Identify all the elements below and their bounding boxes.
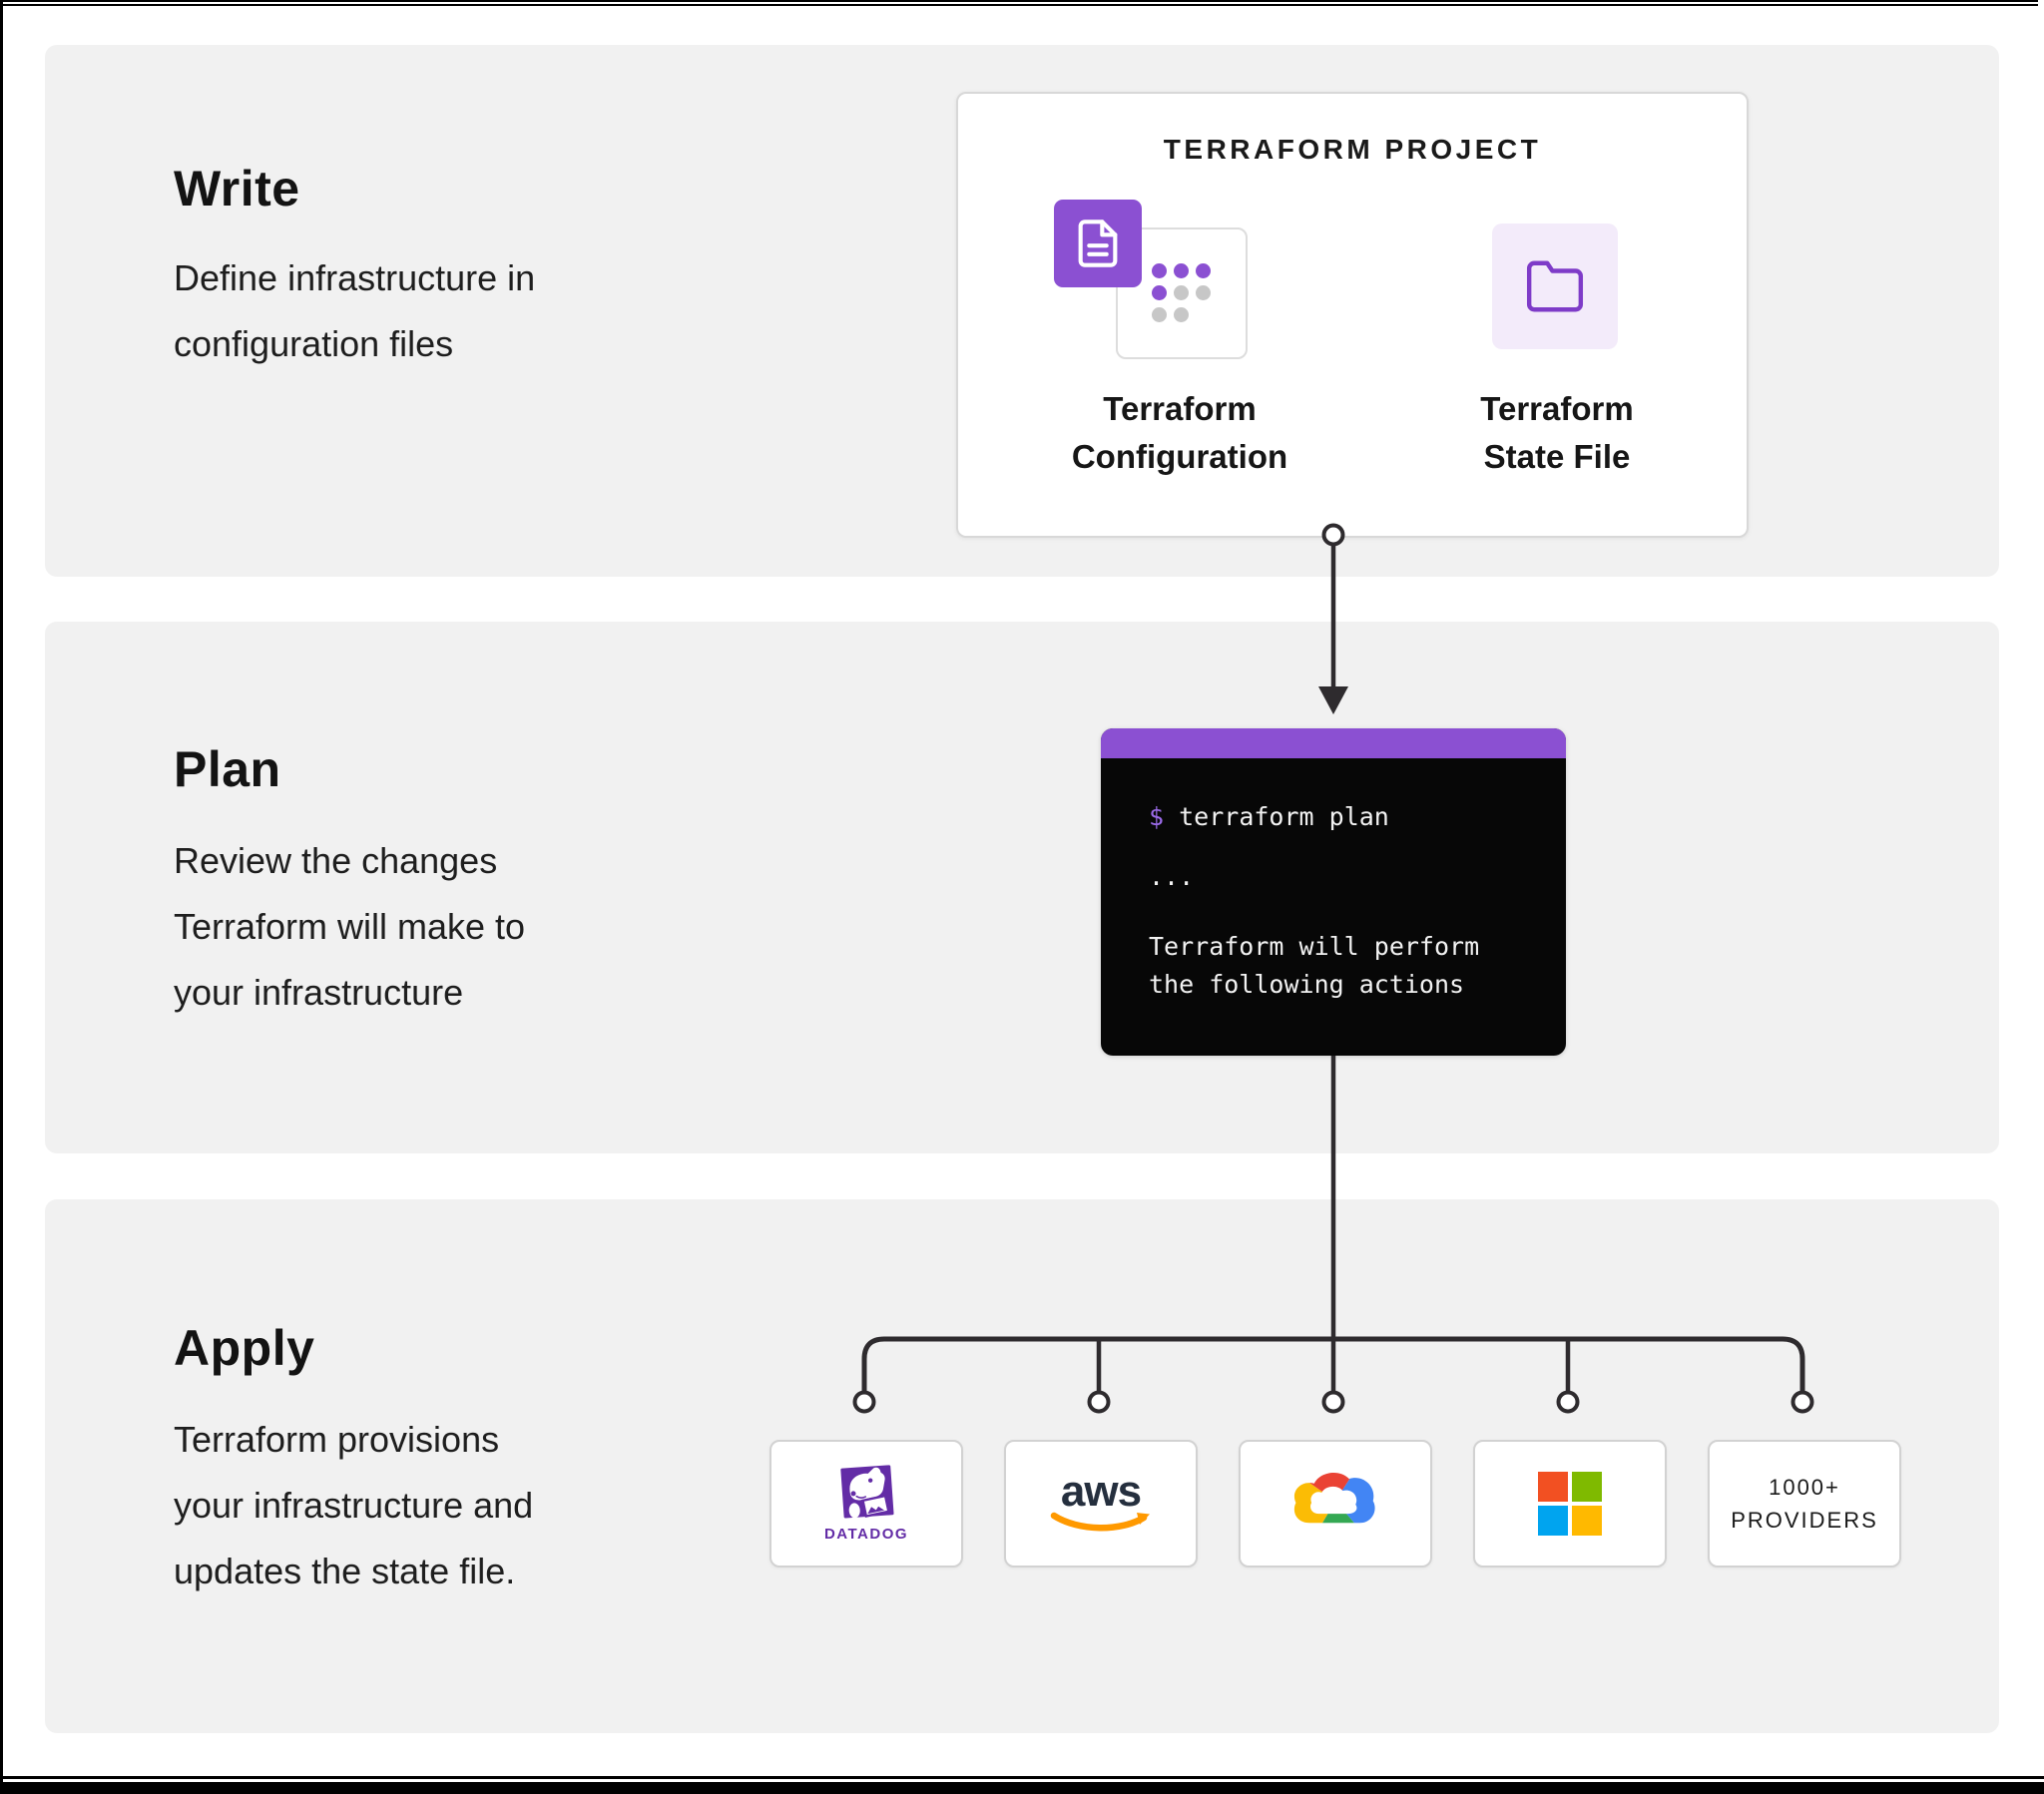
document-glyph: [1072, 218, 1124, 269]
apply-heading: Apply: [174, 1319, 314, 1377]
terraform-project-card: TERRAFORM PROJECT Terraform C: [956, 92, 1749, 538]
terminal-command: terraform plan: [1179, 802, 1389, 831]
aws-smile-icon: [1049, 1512, 1153, 1536]
terminal-window: $ terraform plan ... Terraform will perf…: [1101, 728, 1566, 1056]
terminal-output-line: the following actions: [1149, 970, 1464, 999]
terminal-command-line: $ terraform plan: [1149, 802, 1389, 831]
microsoft-squares-icon: [1538, 1472, 1602, 1536]
write-description: Define infrastructure in configuration f…: [174, 245, 535, 377]
frame-bottom-bar: [0, 1782, 2044, 1794]
plan-heading: Plan: [174, 740, 281, 798]
plan-description: Review the changes Terraform will make t…: [174, 828, 525, 1026]
terminal-prompt: $: [1149, 802, 1164, 831]
terraform-configuration-label: Terraform Configuration: [1030, 385, 1329, 481]
frame-left-edge: [0, 0, 3, 1794]
terraform-workflow-diagram: Write Define infrastructure in configura…: [0, 0, 2044, 1794]
frame-bottom-line: [0, 1776, 2044, 1779]
provider-card-more-providers: 1000+ PROVIDERS: [1708, 1440, 1901, 1568]
apply-description: Terraform provisions your infrastructure…: [174, 1407, 533, 1604]
folder-glyph: [1524, 255, 1586, 317]
google-cloud-icon: [1289, 1468, 1381, 1540]
provider-card-google-cloud: [1239, 1440, 1432, 1568]
write-heading: Write: [174, 160, 300, 218]
provider-card-microsoft: [1473, 1440, 1667, 1568]
document-icon: [1054, 200, 1142, 287]
folder-icon: [1492, 224, 1618, 349]
more-providers-label: PROVIDERS: [1731, 1504, 1878, 1537]
project-card-title: TERRAFORM PROJECT: [958, 134, 1747, 166]
datadog-wordmark: DATADOG: [824, 1526, 908, 1543]
frame-top-edge: [0, 0, 2038, 6]
terraform-state-file-label: Terraform State File: [1407, 385, 1707, 481]
aws-wordmark: aws: [1061, 1472, 1141, 1512]
provider-card-datadog: DATADOG: [769, 1440, 963, 1568]
terminal-ellipsis: ...: [1149, 862, 1194, 891]
terminal-titlebar: [1101, 728, 1566, 758]
datadog-dog-icon: [834, 1465, 898, 1525]
provider-card-aws: aws: [1004, 1440, 1198, 1568]
terminal-output-line: Terraform will perform: [1149, 932, 1479, 961]
more-providers-label: 1000+: [1769, 1471, 1840, 1504]
